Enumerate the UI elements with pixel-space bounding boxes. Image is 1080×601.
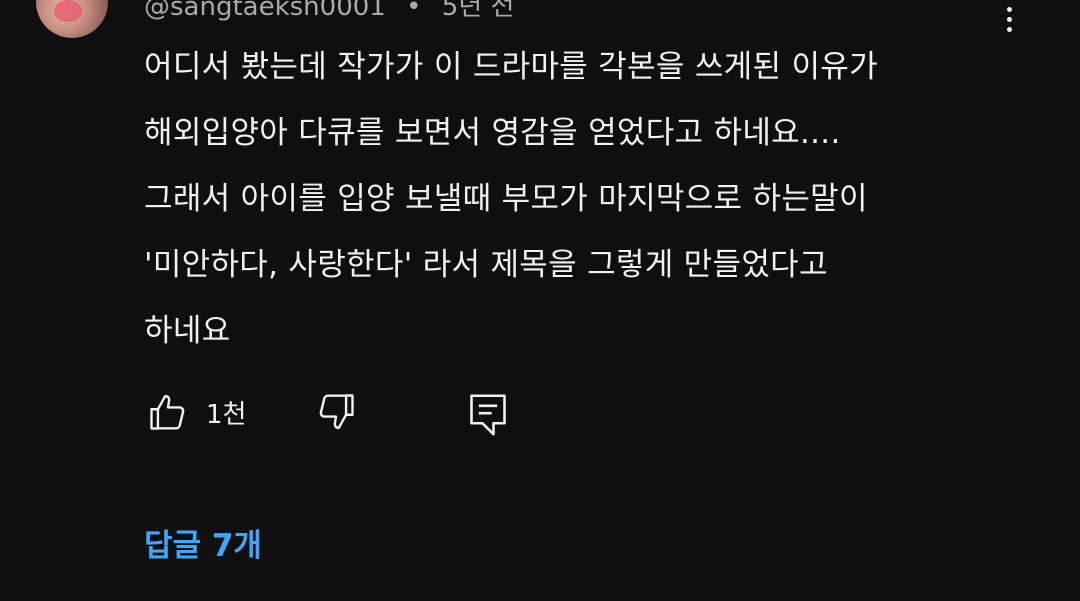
like-count: 1천: [206, 399, 247, 430]
comment-reply-icon: [470, 394, 506, 436]
comment-line: 그래서 아이를 입양 보낼때 부모가 마지막으로 하는말이: [144, 181, 868, 217]
thumb-down-icon: [319, 394, 354, 430]
menu-dot: [1006, 27, 1012, 32]
like-button[interactable]: 1천: [146, 390, 246, 434]
thumb-up-icon: [150, 394, 185, 430]
comment-line: '미안하다, 사랑한다' 라서 제목을 그렇게 만들었다고: [144, 247, 828, 283]
replies-toggle[interactable]: 답글 7개: [144, 520, 262, 565]
comment-line: 하네요: [144, 313, 231, 349]
comment-header: @sangtaeksh0001 • 5년 전: [144, 0, 514, 23]
comment-actions: 1천: [146, 390, 546, 440]
comment-text: 어디서 봤는데 작가가 이 드라마를 각본을 쓰게된 이유가 해외입양아 다큐를…: [144, 34, 1044, 364]
dislike-button[interactable]: [314, 390, 358, 434]
menu-dot: [1006, 17, 1012, 22]
separator-dot: •: [406, 0, 422, 22]
author-handle[interactable]: @sangtaeksh0001: [144, 0, 386, 22]
comment-line: 해외입양아 다큐를 보면서 영감을 얻었다고 하네요....: [144, 115, 841, 151]
reply-button[interactable]: [466, 390, 510, 440]
avatar[interactable]: [36, 0, 108, 38]
more-vert-icon[interactable]: [992, 0, 1026, 32]
comment-time: 5년 전: [441, 0, 515, 22]
menu-dot: [1006, 7, 1012, 12]
comment-line: 어디서 봤는데 작가가 이 드라마를 각본을 쓰게된 이유가: [144, 49, 878, 85]
